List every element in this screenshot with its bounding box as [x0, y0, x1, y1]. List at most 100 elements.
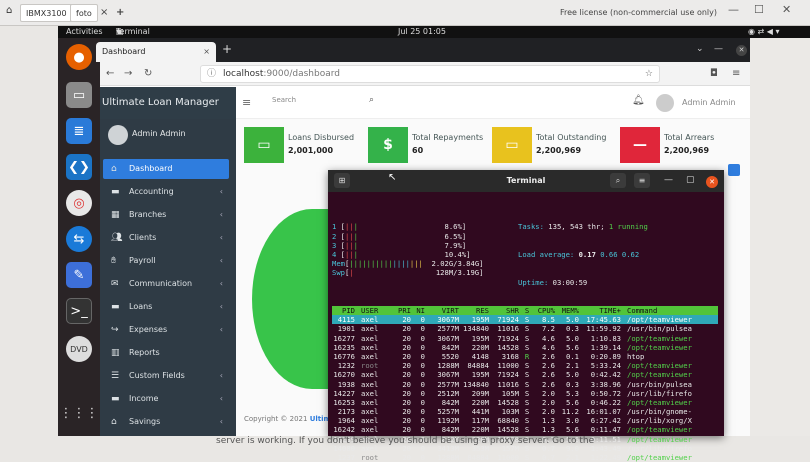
- pocket-icon[interactable]: ◘: [710, 68, 718, 79]
- cpu-percent: 6.5%: [444, 231, 462, 241]
- bookmark-star-icon[interactable]: ☆: [645, 66, 653, 82]
- terminal-icon[interactable]: >_: [66, 298, 92, 324]
- table-row[interactable]: 16277 axel 20 0 3067M 195M 71924 S 4.6 5.0 1:10.83…: [332, 334, 718, 343]
- terminal-minimize-icon[interactable]: —: [664, 175, 673, 185]
- sidebar-item-loans[interactable]: ▬ Loans ‹: [103, 297, 229, 317]
- sidebar-item-accounting[interactable]: ▬ Accounting ‹: [103, 182, 229, 202]
- chrome-icon[interactable]: ◎: [66, 190, 92, 216]
- writer-icon[interactable]: ≣: [66, 118, 92, 144]
- table-row[interactable]: 16776 axel 20 0 5520 4148 3168 R 2.6 0.1 0:20.89 ht…: [332, 352, 718, 361]
- dvd-icon[interactable]: DVD: [66, 336, 92, 362]
- sidebar-item-savings[interactable]: ⌂ Savings ‹: [103, 412, 229, 432]
- activities-button[interactable]: Activities: [66, 26, 103, 38]
- search-icon[interactable]: ⌕: [369, 95, 374, 105]
- process-cell: 842M: [441, 425, 459, 435]
- sidebar-item-reports[interactable]: ▥ Reports: [103, 343, 229, 363]
- terminal-search-icon[interactable]: ⌕: [610, 173, 626, 188]
- process-cell: 20: [402, 407, 411, 417]
- files-icon[interactable]: ▭: [66, 82, 92, 108]
- sidebar-toggle-icon[interactable]: ≡: [242, 96, 251, 109]
- host-tab-foto[interactable]: foto: [70, 4, 98, 22]
- process-cell: 2.1: [566, 453, 579, 462]
- browser-tab-dashboard[interactable]: Dashboard ×: [96, 42, 216, 62]
- process-cell: 842M: [441, 342, 459, 352]
- sidebar-item-dashboard[interactable]: ⌂ Dashboard: [103, 159, 229, 179]
- stat-card-total-arrears[interactable]: — Total Arrears 2,200,969: [620, 127, 740, 167]
- tab-close-icon[interactable]: ×: [203, 42, 210, 62]
- close-icon[interactable]: ✕: [782, 3, 791, 16]
- process-cell: 0: [420, 370, 425, 380]
- table-row[interactable]: 2173 axel 20 0 5257M 441M 103M S 2.0 11.2 16:01.07…: [332, 407, 718, 416]
- process-cell: CPU%: [537, 306, 555, 315]
- menu-icon[interactable]: ≡: [732, 68, 740, 79]
- maximize-icon[interactable]: ☐: [754, 3, 764, 16]
- process-cell: 0: [420, 351, 425, 361]
- teamviewer-icon[interactable]: ⇆: [66, 226, 92, 252]
- host-tab-ibmx3100[interactable]: IBMX3100: [20, 4, 73, 22]
- clock[interactable]: Jul 25 01:05: [398, 26, 446, 38]
- new-tab-icon[interactable]: +: [222, 42, 232, 56]
- url-bar[interactable]: ⓘ localhost:9000/dashboard ☆: [200, 65, 660, 83]
- host-home-icon[interactable]: ⌂: [6, 5, 12, 16]
- process-cell: /usr/bin/gnome-: [627, 407, 692, 417]
- sidebar-item-branches[interactable]: ▦ Branches ‹: [103, 205, 229, 225]
- notification-bell-icon[interactable]: 🔔︎: [632, 95, 645, 106]
- forward-icon[interactable]: →: [124, 68, 132, 79]
- sidebar-item-communication[interactable]: ✉ Communication ‹: [103, 274, 229, 294]
- firefox-icon[interactable]: ●: [66, 44, 92, 70]
- table-row[interactable]: 16253 axel 20 0 842M 220M 14528 S 2.0 5.6 0:46.22 /…: [332, 398, 718, 407]
- vscode-icon[interactable]: ❮❯: [66, 154, 92, 180]
- tab-list-icon[interactable]: ⌄: [696, 44, 704, 54]
- host-tab-close-icon[interactable]: ×: [100, 4, 108, 22]
- table-row[interactable]: 16242 axel 20 0 842M 220M 14528 S 1.3 5.6 0:11.47 /…: [332, 425, 718, 434]
- process-cell: 0: [420, 425, 425, 435]
- browser-minimize-icon[interactable]: —: [714, 44, 723, 54]
- host-new-tab-icon[interactable]: +: [116, 4, 124, 22]
- process-cell: S: [524, 306, 530, 315]
- stat-card-total-outstanding[interactable]: ▭ Total Outstanding 2,200,969: [492, 127, 612, 167]
- minimize-icon[interactable]: —: [728, 3, 739, 16]
- reload-icon[interactable]: ↻: [144, 68, 152, 79]
- header-avatar[interactable]: [656, 94, 674, 112]
- load3-value: 0.62: [621, 250, 640, 259]
- table-row[interactable]: 14227 axel 20 0 2512M 209M 105M S 2.0 5.3 0:50.72 /…: [332, 389, 718, 398]
- terminal-close-icon[interactable]: ✕: [706, 176, 718, 188]
- table-row[interactable]: 4115 axel 20 0 3067M 195M 71924 S 8.5 5.0 17:45.63…: [332, 315, 718, 325]
- process-cell: 5.6: [566, 425, 579, 435]
- system-tray-icons[interactable]: ◉ ⇄ ◀ ▾: [748, 26, 779, 38]
- sidebar-item-income[interactable]: ▬ Income ‹: [103, 389, 229, 409]
- sidebar-item-custom-fields[interactable]: ☰ Custom Fields ‹: [103, 366, 229, 386]
- sidebar-item-label: Reports: [129, 348, 160, 357]
- table-row[interactable]: 1237 root 20 0 1288M 84884 11000 S 0.7 2.1 1:22.49…: [332, 453, 718, 462]
- back-icon[interactable]: ←: [106, 68, 114, 79]
- process-table-header[interactable]: PID USER PRI NI VIRT RES SHR S CPU% MEM% TIME+ Comm…: [332, 306, 718, 316]
- process-cell: 0:11.47: [590, 425, 621, 435]
- stat-card-value: 60: [412, 146, 424, 155]
- stat-card-loans-disbursed[interactable]: ▭ Loans Disbursed 2,001,000: [244, 127, 364, 167]
- text-editor-icon[interactable]: ✎: [66, 262, 92, 288]
- terminal-app-menu[interactable]: ▣ Terminal ▾: [116, 26, 150, 38]
- sidebar-item-expenses[interactable]: ↪ Expenses ‹: [103, 320, 229, 340]
- terminal-window: ⊞ Terminal ↖ ⌕ ≡ — ▢ ✕ 1 [||| 8.6%] 2 [||…: [328, 170, 724, 462]
- teamviewer-tray-icon[interactable]: [728, 164, 740, 176]
- home-icon: ⌂: [111, 164, 117, 174]
- process-cell: S: [524, 407, 530, 417]
- process-cell: S: [524, 397, 530, 407]
- stat-card-total-repayments[interactable]: $ Total Repayments 60: [368, 127, 488, 167]
- table-row[interactable]: 1964 axel 20 0 1192M 117M 68840 S 1.3 3.0 6:27.42 /…: [332, 416, 718, 425]
- app-brand[interactable]: Ultimate Loan Manager: [100, 87, 236, 119]
- app-grid-icon[interactable]: ⋮⋮⋮: [60, 400, 99, 426]
- terminal-menu-icon[interactable]: ≡: [634, 173, 650, 188]
- table-row[interactable]: 1901 axel 20 0 2577M 134840 11016 S 7.2 0.3 11:59.…: [332, 324, 718, 333]
- table-row[interactable]: 16270 axel 20 0 3067M 195M 71924 S 2.6 5.0 0:42.42…: [332, 370, 718, 379]
- table-row[interactable]: 16235 axel 20 0 842M 220M 14528 S 4.6 5.6 1:39.14 /…: [332, 343, 718, 352]
- header-username[interactable]: Admin Admin: [682, 98, 736, 107]
- sidebar-item-payroll[interactable]: ✋︎ Payroll ‹: [103, 251, 229, 271]
- table-row[interactable]: 1938 axel 20 0 2577M 134840 11016 S 2.6 0.3 3:38.9…: [332, 380, 718, 389]
- sidebar-item-clients[interactable]: 👥︎ Clients ‹: [103, 228, 229, 248]
- table-row[interactable]: 1232 root 20 0 1288M 84884 11000 S 2.6 2.1 5:33.24…: [332, 361, 718, 370]
- browser-close-icon[interactable]: ✕: [736, 45, 747, 56]
- search-input[interactable]: Search: [272, 96, 296, 104]
- terminal-maximize-icon[interactable]: ▢: [686, 175, 695, 185]
- page-info-icon[interactable]: ⓘ: [207, 66, 216, 82]
